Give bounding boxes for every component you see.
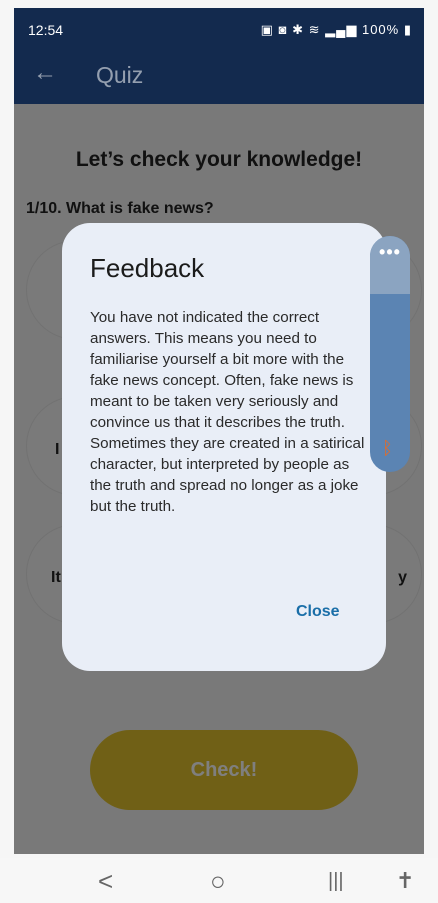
more-menu-button[interactable]: ••• — [370, 242, 410, 263]
feedback-dialog: Feedback You have not indicated the corr… — [62, 223, 386, 671]
phone-screen: 12:54 ▣ ◙ ✱ ≋ ▂▄▆ 100% ▮ ← Quiz Let’s ch… — [14, 8, 424, 854]
page-title: Quiz — [96, 62, 144, 88]
status-time: 12:54 — [28, 22, 64, 38]
status-bar: 12:54 ▣ ◙ ✱ ≋ ▂▄▆ 100% ▮ — [14, 8, 424, 48]
top-bar: 12:54 ▣ ◙ ✱ ≋ ▂▄▆ 100% ▮ ← Quiz — [14, 8, 424, 104]
nav-back-button[interactable]: < — [98, 866, 113, 896]
back-button[interactable]: ← — [30, 58, 60, 88]
signal-icon: ▂▄▆ — [325, 22, 358, 37]
bluetooth-icon: ✱ — [292, 22, 304, 37]
wifi-icon: ≋ — [308, 22, 321, 37]
status-icons: ▣ ◙ ✱ ≋ ▂▄▆ 100% ▮ — [261, 22, 412, 38]
close-button[interactable]: Close — [296, 603, 340, 621]
app-bar: ← Quiz — [14, 48, 424, 104]
dialog-body: You have not indicated the correct answe… — [90, 309, 365, 515]
floating-side-panel[interactable]: ••• ᛒ — [370, 236, 410, 472]
sim-icon: ▣ — [260, 22, 274, 37]
system-nav-bar: < ○ ||| ✝ — [0, 858, 438, 903]
accessibility-icon[interactable]: ✝ — [396, 866, 414, 896]
alarm-icon: ◙ — [278, 22, 288, 37]
nav-recents-button[interactable]: ||| — [328, 866, 344, 896]
arrow-left-icon: ← — [33, 59, 57, 86]
bluetooth-icon: ᛒ — [382, 438, 393, 458]
dialog-title: Feedback — [90, 253, 205, 283]
battery-icon: ▮ — [403, 22, 412, 37]
battery-label: 100% — [361, 22, 400, 37]
nav-home-button[interactable]: ○ — [210, 866, 226, 896]
